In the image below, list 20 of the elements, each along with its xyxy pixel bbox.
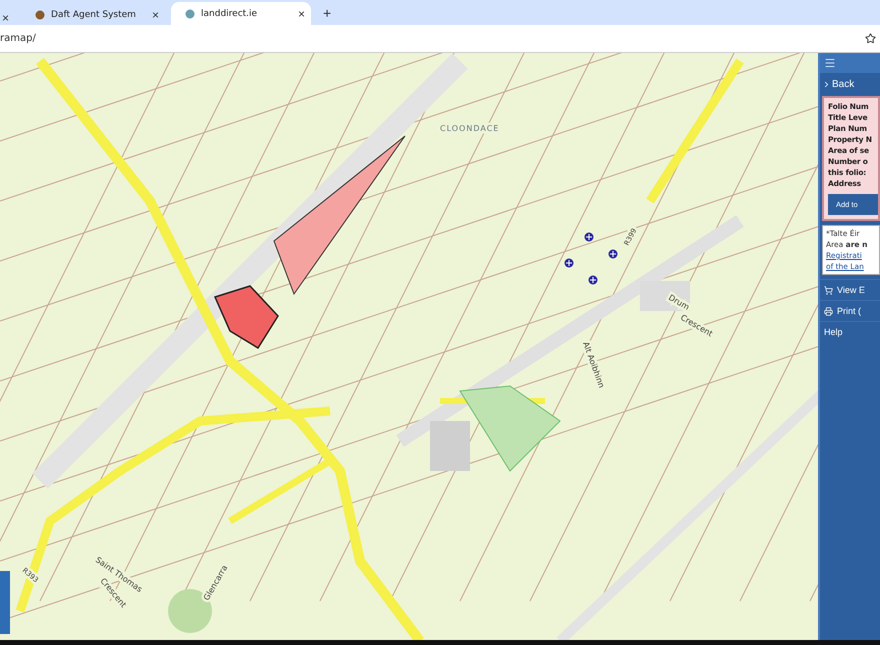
- menu-icon[interactable]: [824, 57, 836, 69]
- chevron-icon: [822, 80, 831, 89]
- cart-icon: [824, 286, 833, 294]
- printer-icon: [824, 306, 833, 316]
- url-text[interactable]: ramap/: [0, 33, 36, 44]
- tab-close-button[interactable]: ×: [298, 6, 306, 20]
- map-marker-icon[interactable]: [584, 232, 594, 242]
- map-marker-icon[interactable]: [588, 276, 598, 284]
- tab-title: Daft Agent System: [51, 10, 137, 20]
- new-tab-button[interactable]: +: [317, 4, 338, 20]
- map-marker-icon[interactable]: [564, 258, 574, 268]
- map-marker-icon[interactable]: [608, 250, 618, 258]
- tab-close-button[interactable]: ×: [152, 8, 160, 22]
- tab-title: landdirect.ie: [201, 8, 258, 18]
- browser-tab[interactable]: landdirect.ie ×: [171, 2, 312, 25]
- site-icon: [185, 8, 196, 18]
- site-icon: [35, 10, 46, 20]
- browser-tab[interactable]: Daft Agent System ×: [15, 4, 166, 25]
- tab-close-button[interactable]: ×: [2, 11, 10, 25]
- bookmark-star-icon[interactable]: [865, 33, 876, 44]
